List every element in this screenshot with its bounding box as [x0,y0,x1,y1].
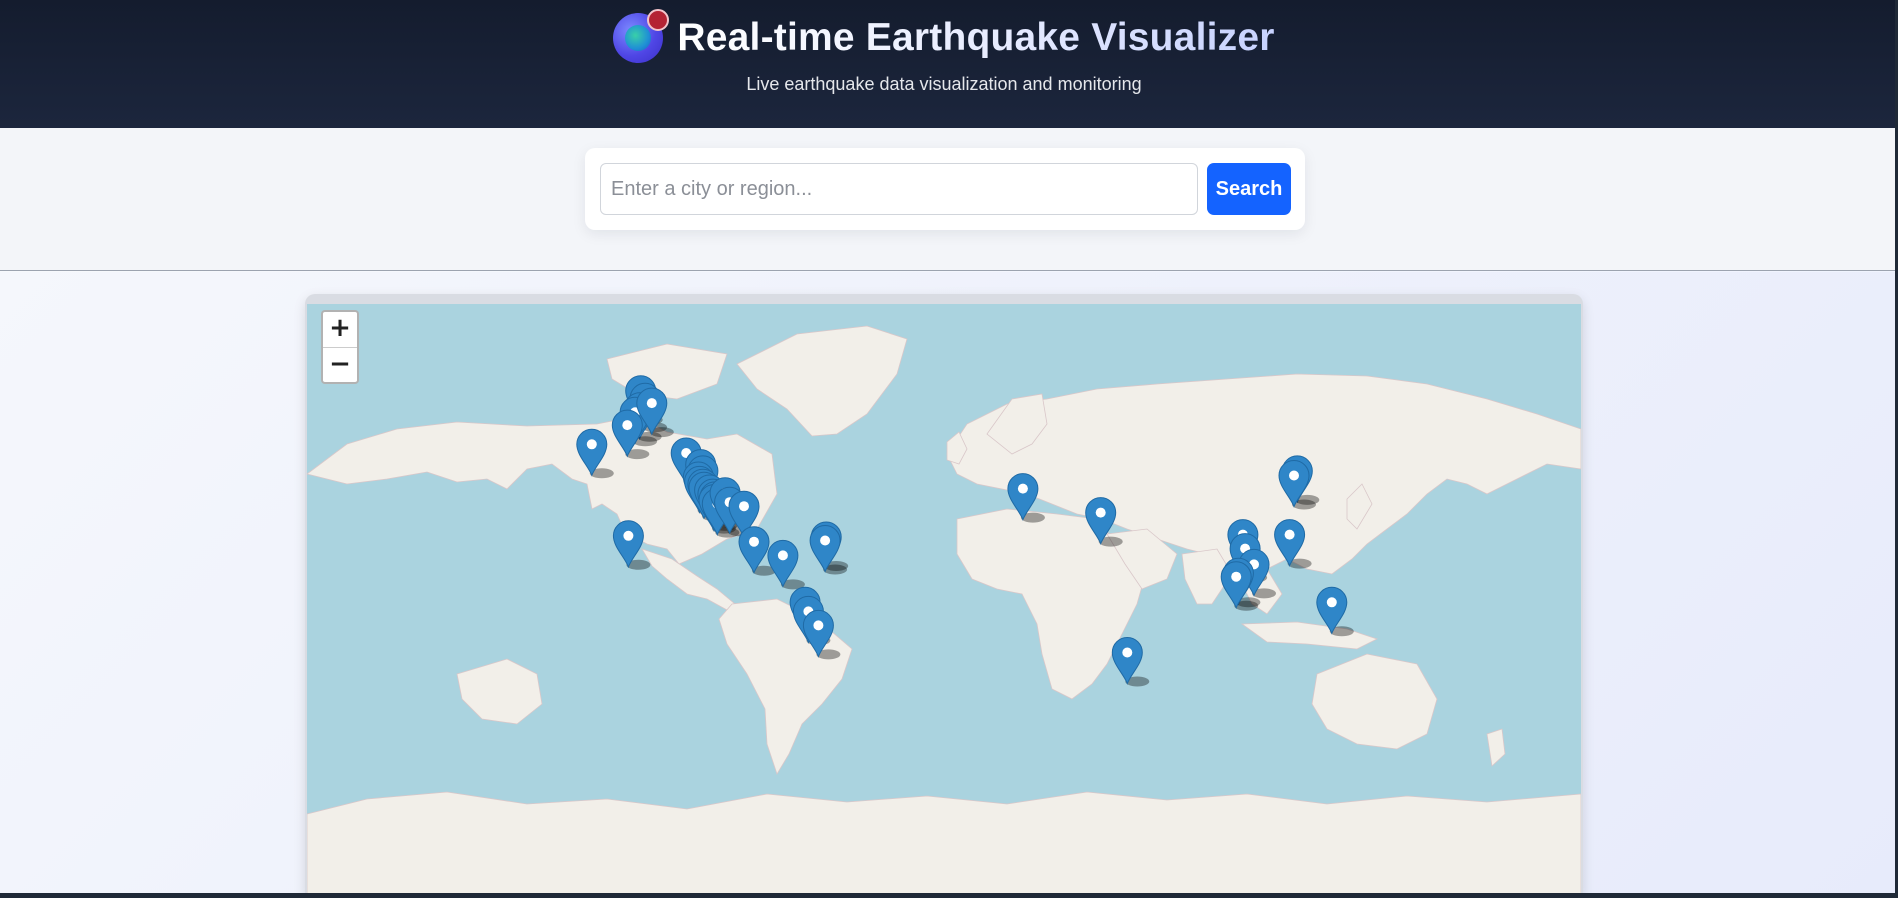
zoom-in-button[interactable]: + [323,312,357,348]
globe-icon [613,9,670,63]
marker-dot [1095,507,1106,518]
map-canvas[interactable] [307,304,1581,898]
marker-dot [586,439,597,450]
marker-dot [749,536,759,547]
page-subtitle: Live earthquake data visualization and m… [746,74,1142,94]
search-input[interactable] [600,163,1198,215]
marker-dot [623,530,634,541]
land-antarctica [307,791,1581,898]
search-button[interactable]: Search [1207,163,1291,215]
land-indonesia [1240,621,1379,650]
map-tiles [307,325,1581,898]
globe-graphic [625,25,652,51]
map-marker-icon[interactable] [767,539,805,590]
page-title: Real-time Earthquake Visualizer [677,16,1275,59]
title-row: Real-time Earthquake Visualizer [0,9,1888,66]
main-content: + − [0,272,1895,898]
app-header: Real-time Earthquake Visualizer Live ear… [0,0,1895,128]
earthquake-map[interactable]: + − [307,304,1581,898]
marker-dot [1289,470,1299,481]
bottom-edge [0,893,1898,898]
marker-dot [1326,597,1337,608]
live-indicator-dot [647,9,670,31]
marker-dot [1122,647,1133,658]
marker-dot [1231,571,1242,582]
marker-dot [1017,483,1028,494]
marker-dot [777,550,788,561]
map-marker-icon[interactable] [809,525,848,575]
land-new-zealand [1486,728,1506,767]
map-marker-icon[interactable] [1111,637,1150,687]
search-section: Search [0,128,1895,271]
marker-dot [646,398,657,409]
search-card: Search [585,148,1305,230]
zoom-control: + − [321,310,359,384]
marker-dot [1284,529,1295,540]
land-arctic-islands [606,343,728,400]
zoom-out-button[interactable]: − [323,348,357,383]
marker-dot [622,420,633,431]
land-greenland [736,325,908,437]
land-australia [1311,653,1438,750]
land-west-australia-left [456,658,543,725]
marker-dot [813,620,824,631]
marker-dot [820,535,831,546]
map-container: + − [305,294,1583,898]
marker-dot [739,501,749,512]
